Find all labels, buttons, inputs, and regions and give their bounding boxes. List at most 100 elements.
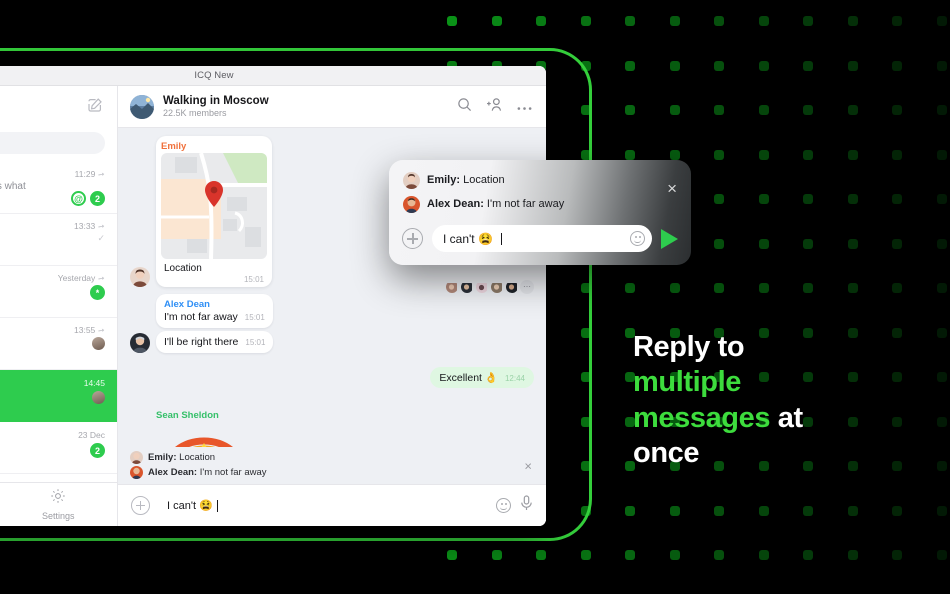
background-dot <box>625 505 635 516</box>
background-dot <box>892 505 902 516</box>
chat-time: 13:55 ➚ <box>74 324 107 336</box>
composer: I can't 😫 <box>118 484 546 526</box>
message-row: I'll be right there 15:01 <box>130 331 534 353</box>
compose-icon[interactable] <box>87 97 103 118</box>
message-input[interactable]: I can't 😫 <box>159 492 487 519</box>
avatar <box>92 337 105 350</box>
unread-badge: 2 <box>90 191 105 206</box>
plus-icon[interactable] <box>131 496 150 515</box>
list-item[interactable]: 13:55➚ e best I've seen <box>0 318 117 370</box>
message-row: Alex Dean I'm not far away 15:01 <box>130 294 534 328</box>
chat-preview: nd of the week, will cuss what has .....… <box>0 181 26 192</box>
background-dot <box>847 60 858 71</box>
background-dot <box>847 105 858 115</box>
message-time: 15:01 <box>245 338 266 347</box>
background-dot <box>714 550 724 560</box>
chat-time: 13:33 ➚ <box>74 220 107 232</box>
background-dot <box>491 550 502 560</box>
send-icon[interactable] <box>661 228 678 249</box>
list-item-selected[interactable]: oscow 14:45 : Sticker <box>0 370 117 422</box>
delivered-icon: ✓ <box>97 233 105 243</box>
search-icon[interactable] <box>457 97 472 117</box>
message-bubble-outgoing[interactable]: Excellent 👌 12:44 <box>430 367 534 388</box>
window-titlebar: ICQ New <box>0 66 546 86</box>
list-item[interactable]: s 23 Dec ast picture 2 <box>0 422 117 474</box>
reply-preview-item[interactable]: Alex Dean: I'm not far away <box>130 466 534 479</box>
background-dot <box>580 550 591 560</box>
headline-line-3: messages at <box>633 401 803 434</box>
popup-composer: I can't 😫 <box>389 225 691 252</box>
unread-badge: 2 <box>90 443 105 458</box>
close-icon[interactable]: × <box>667 180 677 197</box>
add-member-icon[interactable] <box>486 97 503 117</box>
background-dot <box>936 372 947 382</box>
background-dot <box>847 505 858 516</box>
background-dot <box>714 60 724 71</box>
sidebar-search[interactable] <box>0 128 117 162</box>
reply-preview: Emily: Location Alex Dean: I'm not far a… <box>118 447 546 484</box>
message-text: I'm not far away <box>164 311 238 323</box>
map-thumbnail[interactable] <box>161 153 267 259</box>
background-dot <box>714 105 724 115</box>
popup-reply-item[interactable]: Emily: Location <box>389 168 691 192</box>
background-dot <box>625 550 635 560</box>
background-dot <box>803 283 813 293</box>
reply-preview-text: Alex Dean: I'm not far away <box>148 467 267 478</box>
list-item[interactable]: 11:29➚ nd of the week, will cuss what ha… <box>0 162 117 214</box>
background-dot <box>625 283 635 293</box>
list-item[interactable]: 21 Dec <box>0 474 117 482</box>
more-reactions-icon[interactable]: ⋯ <box>520 280 534 294</box>
close-icon[interactable]: × <box>524 458 532 473</box>
reply-popup[interactable]: Emily: Location Alex Dean: I'm not far a… <box>389 160 691 265</box>
background-dot <box>803 505 813 516</box>
background-dot <box>803 149 813 160</box>
search-input[interactable] <box>0 132 105 154</box>
background-dot <box>447 550 457 560</box>
list-item[interactable]: 13:33 ➚ ✓ <box>0 214 117 266</box>
message-bubble[interactable]: I'll be right there 15:01 <box>156 331 274 353</box>
message-bubble[interactable]: Alex Dean I'm not far away 15:01 <box>156 294 273 328</box>
emoji-icon[interactable] <box>630 231 645 246</box>
background-dot <box>758 105 769 115</box>
poster-canvas: ICQ New Chats <box>0 0 950 594</box>
message-text: I'll be right there <box>164 336 239 348</box>
list-item[interactable]: Yesterday ➚ * <box>0 266 117 318</box>
popup-reply-item[interactable]: Alex Dean: I'm not far away <box>389 192 691 216</box>
headline-line-2: multiple <box>633 366 741 399</box>
popup-reply-text: Alex Dean: I'm not far away <box>427 198 565 210</box>
background-dot <box>758 283 769 293</box>
popup-message-input[interactable]: I can't 😫 <box>432 225 652 252</box>
reply-preview-item[interactable]: Emily: Location <box>130 451 534 464</box>
pin-icon: ➚ <box>96 272 107 284</box>
emoji-icon[interactable] <box>496 498 511 513</box>
background-dot <box>803 550 813 560</box>
background-dot <box>892 16 902 26</box>
message-time: 15:01 <box>244 313 265 322</box>
background-dot <box>580 16 591 26</box>
pin-icon: ➚ <box>96 324 107 336</box>
location-bubble[interactable]: Emily Location 15:01 <box>156 136 272 287</box>
pin-icon: ➚ <box>96 168 107 180</box>
background-dot <box>847 283 858 293</box>
pin-icon: ➚ <box>96 220 107 232</box>
mention-badge: @ <box>71 191 86 206</box>
message-row-outgoing: Excellent 👌 12:44 <box>130 367 534 388</box>
microphone-icon[interactable] <box>520 495 533 516</box>
background-dot <box>936 327 947 338</box>
chat-list[interactable]: 11:29➚ nd of the week, will cuss what ha… <box>0 162 117 482</box>
sidebar-item-settings[interactable]: Settings <box>0 488 117 521</box>
background-dot <box>803 60 813 71</box>
background-dot <box>669 550 680 560</box>
message-sender: Sean Sheldon <box>156 410 219 421</box>
avatar <box>403 171 420 189</box>
background-dot <box>536 16 546 26</box>
more-icon[interactable] <box>517 98 532 116</box>
avatar <box>445 280 459 294</box>
background-dot <box>714 505 724 516</box>
background-dot <box>758 194 769 204</box>
reaction-avatars[interactable]: ⋯ <box>445 280 534 294</box>
app-window: ICQ New Chats <box>0 66 546 526</box>
sticker-image[interactable]: WA NG <box>156 427 252 447</box>
unread-badge: * <box>90 285 105 300</box>
plus-icon[interactable] <box>402 228 423 249</box>
